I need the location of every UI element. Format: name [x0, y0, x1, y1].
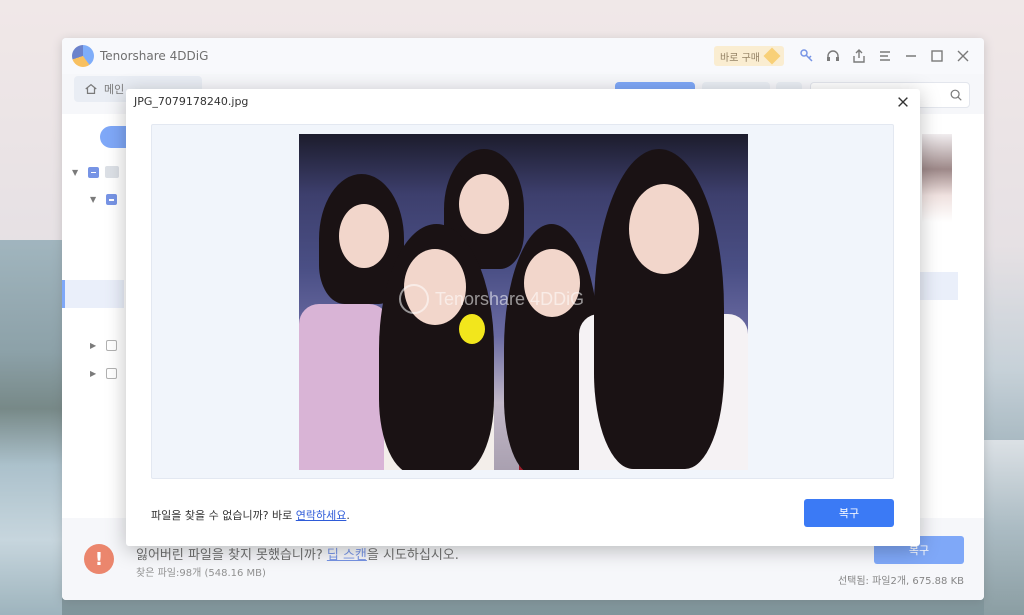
contact-prompt: 파일을 찾을 수 없습니까? 바로 연락하세요.: [151, 507, 350, 523]
contact-text: 파일을 찾을 수 없습니까? 바로: [151, 509, 296, 522]
watermark-logo-icon: [399, 284, 429, 314]
figure-clothing: [299, 304, 389, 470]
contact-text-end: .: [346, 509, 350, 522]
figure-face: [629, 184, 699, 274]
contact-link[interactable]: 연락하세요: [296, 509, 347, 522]
dialog-title: JPG_7079178240.jpg: [134, 95, 249, 108]
watermark-text: Tenorshare 4DDiG: [435, 288, 585, 309]
dialog-recover-button[interactable]: 복구: [804, 499, 894, 527]
preview-dialog: JPG_7079178240.jpg Tenorshare 4DDiG 파일을 …: [126, 89, 920, 546]
figure-face: [339, 204, 389, 268]
watermark: Tenorshare 4DDiG: [399, 284, 584, 314]
yellow-toy: [459, 314, 485, 344]
figure-face: [459, 174, 509, 234]
preview-image: Tenorshare 4DDiG: [299, 134, 748, 470]
preview-area: Tenorshare 4DDiG: [151, 124, 894, 479]
close-icon[interactable]: [894, 93, 912, 111]
